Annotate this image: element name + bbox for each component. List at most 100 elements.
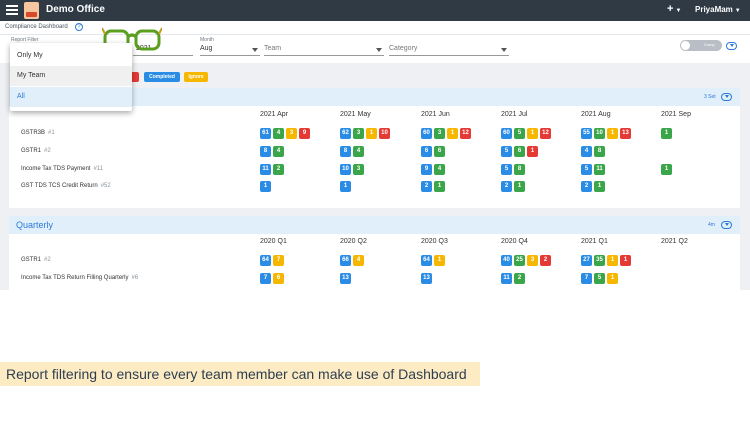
- chevron-down-icon[interactable]: [501, 48, 507, 52]
- row-label[interactable]: GST TDS TCS Credit Return #52: [21, 183, 111, 189]
- count-badge-blue[interactable]: 55: [581, 128, 592, 139]
- completed-toggle[interactable]: Comp: [680, 40, 722, 51]
- count-badge-blue[interactable]: 1: [260, 181, 271, 192]
- count-badge-red[interactable]: 2: [540, 255, 551, 266]
- count-badge-yellow[interactable]: 1: [366, 128, 377, 139]
- count-badge-red[interactable]: 9: [299, 128, 310, 139]
- status-cell: 60 5 1 12: [501, 128, 551, 139]
- add-button[interactable]: + ▼: [667, 3, 681, 15]
- cloud-download-icon[interactable]: [721, 221, 732, 229]
- count-badge-green[interactable]: 3: [434, 128, 445, 139]
- count-badge-blue[interactable]: 64: [260, 255, 271, 266]
- count-badge-red[interactable]: 1: [527, 146, 538, 157]
- count-badge-green[interactable]: 1: [434, 181, 445, 192]
- count-badge-blue[interactable]: 62: [340, 128, 351, 139]
- count-badge-yellow[interactable]: 3: [527, 255, 538, 266]
- count-badge-blue[interactable]: 66: [340, 255, 351, 266]
- count-badge-blue[interactable]: 9: [421, 164, 432, 175]
- count-badge-red[interactable]: 10: [379, 128, 390, 139]
- count-badge-blue[interactable]: 7: [260, 273, 271, 284]
- count-badge-blue[interactable]: 13: [421, 273, 432, 284]
- count-badge-blue[interactable]: 5: [501, 146, 512, 157]
- count-badge-yellow[interactable]: 1: [434, 255, 445, 266]
- count-badge-green[interactable]: 3: [353, 164, 364, 175]
- count-badge-yellow[interactable]: 3: [286, 128, 297, 139]
- row-label[interactable]: Income Tax TDS Return Filling Quarterly #…: [21, 275, 138, 281]
- column-header: 2020 Q1: [260, 238, 287, 245]
- count-badge-green[interactable]: 6: [434, 146, 445, 157]
- count-badge-blue[interactable]: 27: [581, 255, 592, 266]
- count-badge-green[interactable]: 4: [353, 146, 364, 157]
- hamburger-icon[interactable]: [6, 5, 18, 15]
- count-badge-green[interactable]: 3: [353, 128, 364, 139]
- count-badge-blue[interactable]: 2: [421, 181, 432, 192]
- menu-item-my-team[interactable]: My Team: [10, 66, 132, 86]
- count-badge-blue[interactable]: 61: [260, 128, 271, 139]
- cloud-download-icon[interactable]: [721, 93, 732, 101]
- count-badge-yellow[interactable]: 6: [273, 273, 284, 284]
- count-badge-green[interactable]: 35: [594, 255, 605, 266]
- count-badge-green[interactable]: 1: [661, 128, 672, 139]
- count-badge-yellow[interactable]: 4: [353, 255, 364, 266]
- row-label[interactable]: GSTR3B #1: [21, 130, 55, 136]
- count-badge-blue[interactable]: 13: [340, 273, 351, 284]
- count-badge-green[interactable]: 8: [514, 164, 525, 175]
- count-badge-blue[interactable]: 8: [340, 146, 351, 157]
- count-badge-green[interactable]: 2: [514, 273, 525, 284]
- count-badge-red[interactable]: 1: [620, 255, 631, 266]
- month-select[interactable]: Aug: [200, 45, 212, 52]
- count-badge-red[interactable]: 12: [460, 128, 471, 139]
- user-menu[interactable]: PriyaMam ▼: [695, 5, 741, 14]
- count-badge-blue[interactable]: 40: [501, 255, 512, 266]
- count-badge-green[interactable]: 5: [514, 128, 525, 139]
- menu-item-all[interactable]: All: [10, 87, 132, 107]
- column-header: 2021 Q1: [581, 238, 608, 245]
- count-badge-blue[interactable]: 8: [260, 146, 271, 157]
- row-label[interactable]: Income Tax TDS Payment #11: [21, 166, 103, 172]
- count-badge-green[interactable]: 1: [661, 164, 672, 175]
- count-badge-blue[interactable]: 11: [260, 164, 271, 175]
- count-badge-blue[interactable]: 2: [581, 181, 592, 192]
- count-badge-blue[interactable]: 10: [340, 164, 351, 175]
- count-badge-yellow[interactable]: 1: [527, 128, 538, 139]
- count-badge-blue[interactable]: 5: [501, 164, 512, 175]
- count-badge-blue[interactable]: 4: [581, 146, 592, 157]
- help-icon[interactable]: ?: [75, 23, 83, 31]
- count-badge-green[interactable]: 1: [514, 181, 525, 192]
- count-badge-green[interactable]: 6: [514, 146, 525, 157]
- count-badge-yellow[interactable]: 1: [607, 255, 618, 266]
- count-badge-green[interactable]: 4: [273, 146, 284, 157]
- count-badge-green[interactable]: 5: [594, 273, 605, 284]
- count-badge-blue[interactable]: 11: [501, 273, 512, 284]
- count-badge-green[interactable]: 8: [594, 146, 605, 157]
- count-badge-green[interactable]: 1: [594, 181, 605, 192]
- count-badge-green[interactable]: 4: [273, 128, 284, 139]
- count-badge-green[interactable]: 25: [514, 255, 525, 266]
- chevron-down-icon[interactable]: [252, 48, 258, 52]
- chevron-down-icon[interactable]: [376, 48, 382, 52]
- count-badge-yellow[interactable]: 7: [273, 255, 284, 266]
- count-badge-yellow[interactable]: 1: [607, 128, 618, 139]
- count-badge-yellow[interactable]: 1: [447, 128, 458, 139]
- row-label[interactable]: GSTR1 #2: [21, 148, 51, 154]
- count-badge-blue[interactable]: 5: [581, 164, 592, 175]
- count-badge-blue[interactable]: 64: [421, 255, 432, 266]
- count-badge-green[interactable]: 11: [594, 164, 605, 175]
- count-badge-green[interactable]: 10: [594, 128, 605, 139]
- count-badge-yellow[interactable]: 1: [607, 273, 618, 284]
- count-badge-green[interactable]: 4: [434, 164, 445, 175]
- count-badge-green[interactable]: 2: [273, 164, 284, 175]
- count-badge-red[interactable]: 12: [540, 128, 551, 139]
- menu-item-only-my[interactable]: Only My: [10, 46, 132, 66]
- count-badge-red[interactable]: 13: [620, 128, 631, 139]
- category-select[interactable]: Category: [389, 45, 417, 52]
- count-badge-blue[interactable]: 2: [501, 181, 512, 192]
- count-badge-blue[interactable]: 60: [501, 128, 512, 139]
- row-label[interactable]: GSTR1 #2: [21, 257, 51, 263]
- count-badge-blue[interactable]: 1: [340, 181, 351, 192]
- count-badge-blue[interactable]: 7: [581, 273, 592, 284]
- team-select[interactable]: Team: [264, 45, 281, 52]
- count-badge-blue[interactable]: 60: [421, 128, 432, 139]
- cloud-download-icon[interactable]: [726, 42, 737, 50]
- count-badge-blue[interactable]: 6: [421, 146, 432, 157]
